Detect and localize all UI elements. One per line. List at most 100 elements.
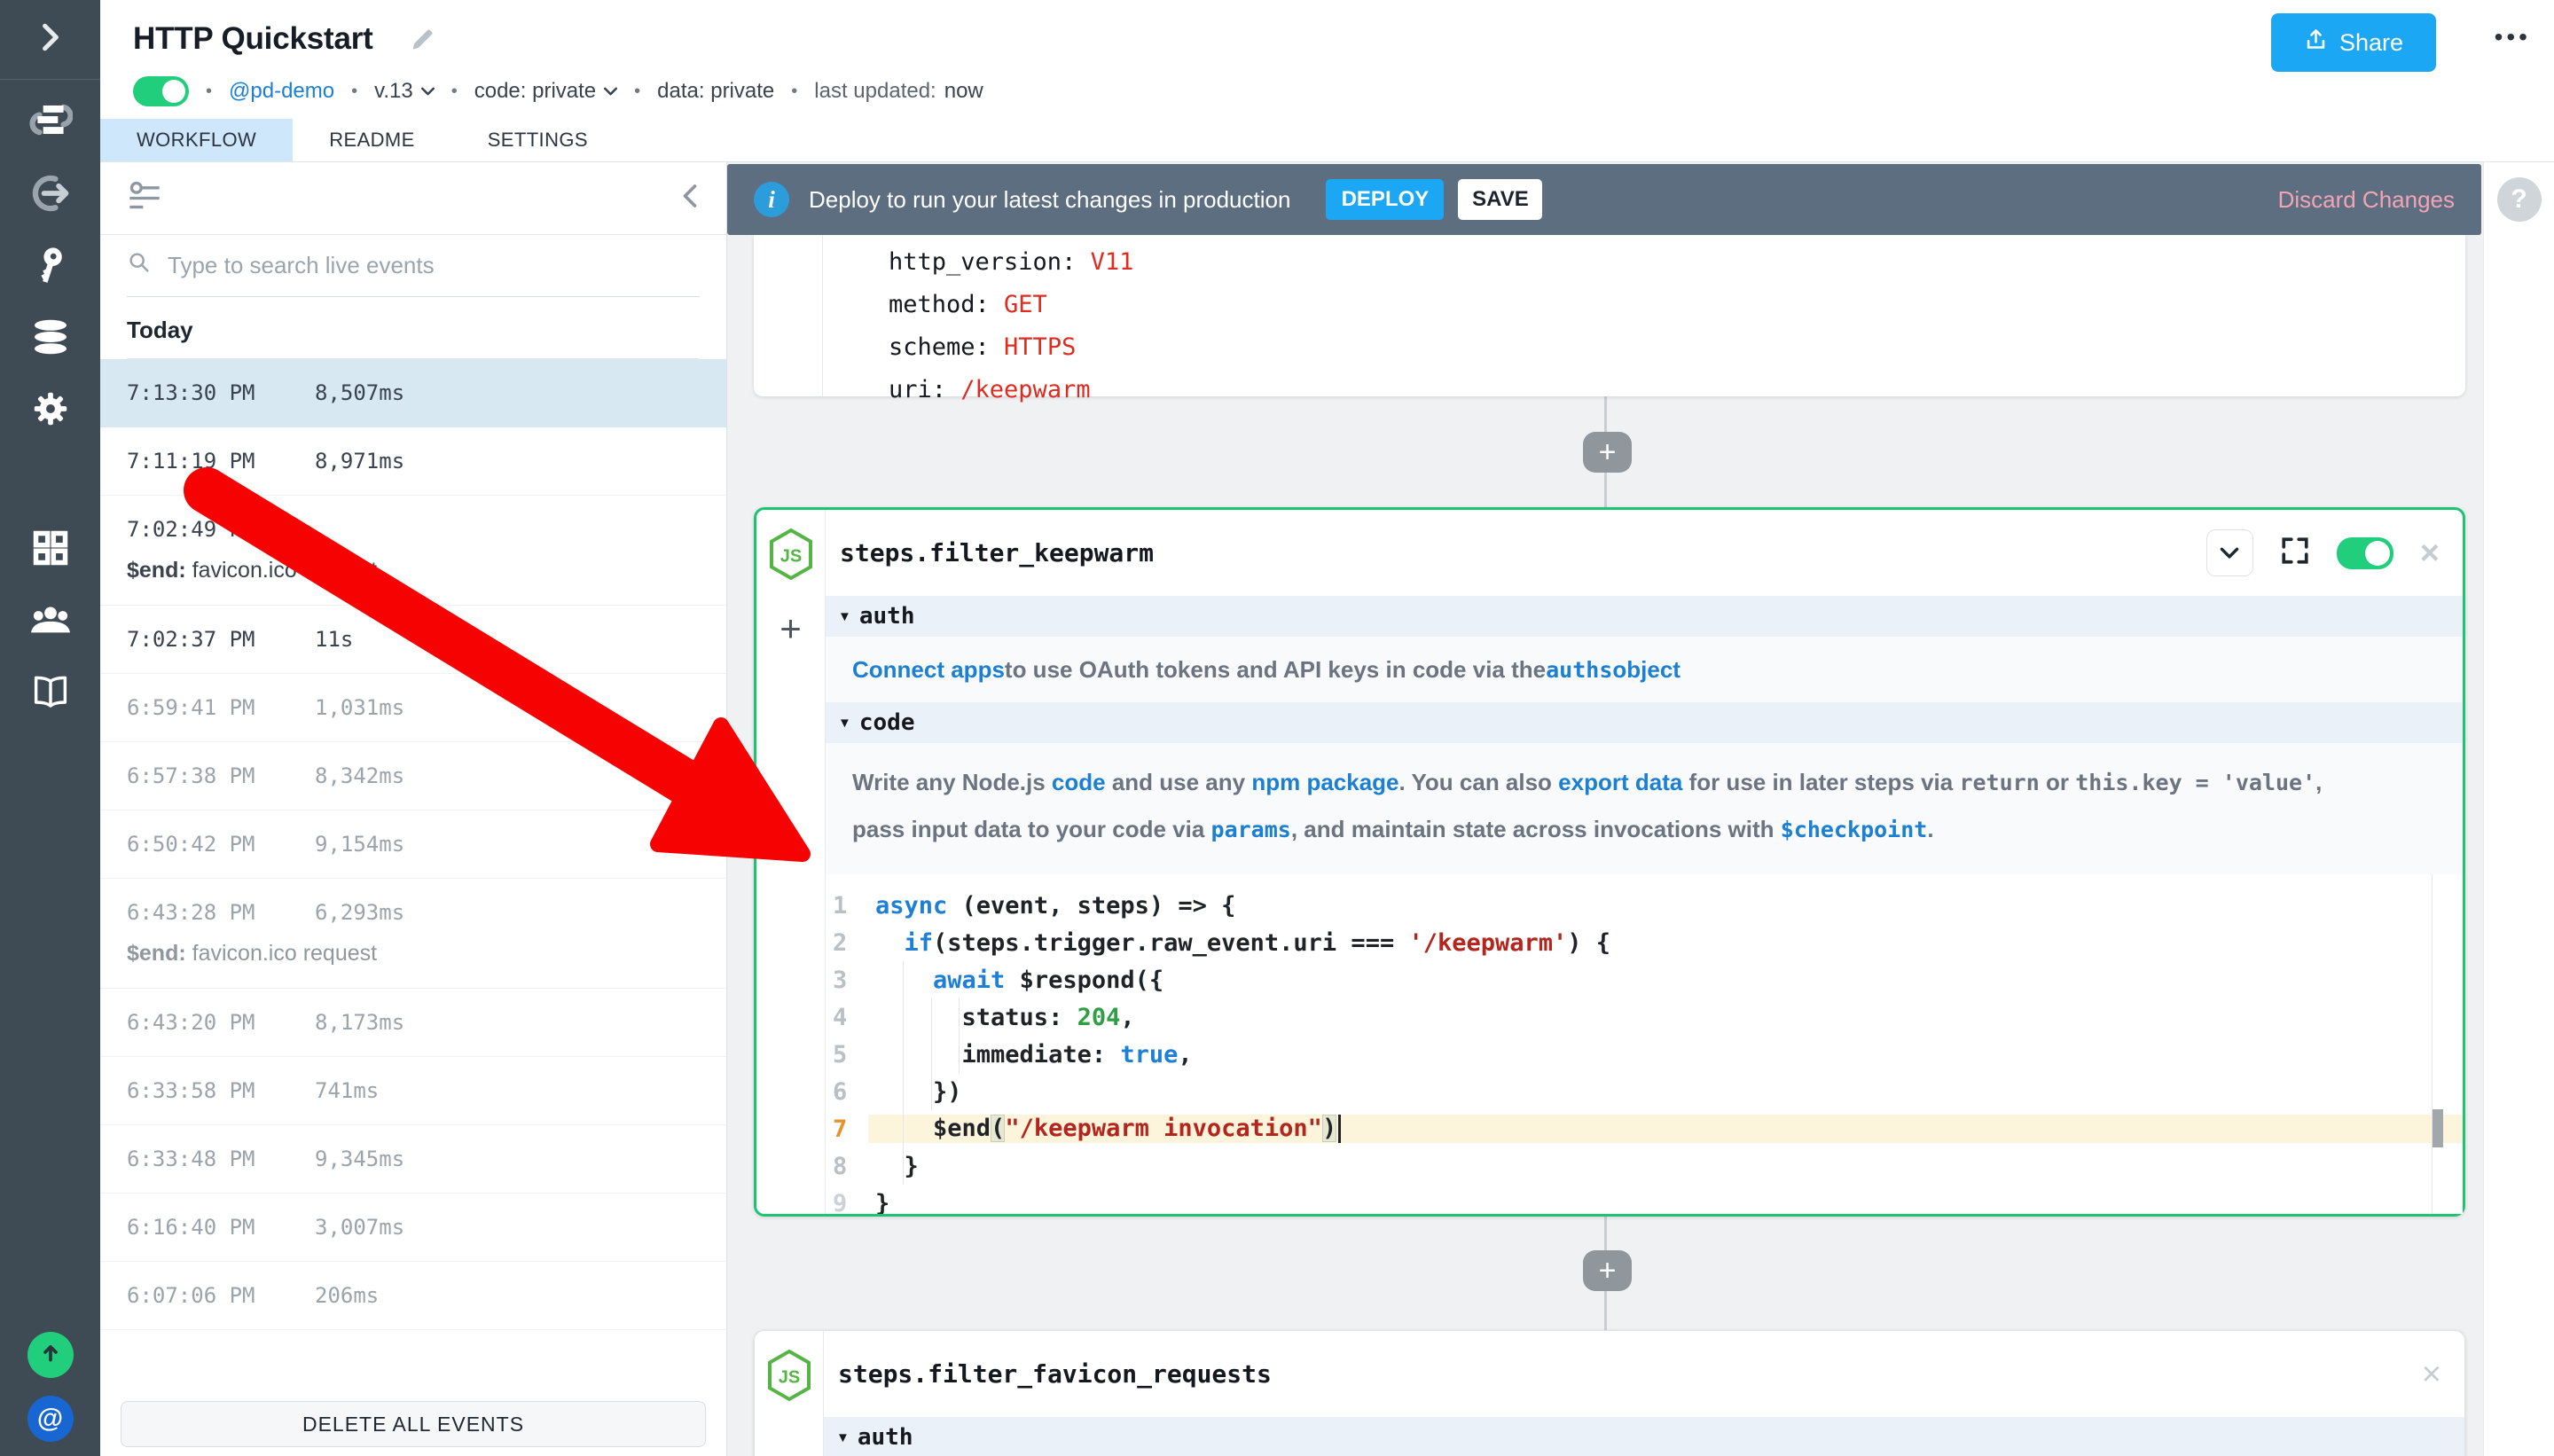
event-row[interactable]: 6:07:06 PM 206ms [100,1262,726,1330]
auth-section-body[interactable]: Connect apps to use OAuth tokens and API… [826,637,2463,702]
owner-link[interactable]: @pd-demo [229,79,334,104]
api-keys-nav[interactable] [0,231,100,303]
event-row[interactable]: 7:13:30 PM 8,507ms [100,359,726,427]
event-property-row[interactable]: uri: /keepwarm [889,368,2465,411]
pipedream-logo[interactable] [0,80,100,160]
close-step-icon[interactable]: × [2422,1358,2441,1391]
event-sources-nav[interactable] [0,160,100,231]
event-time: 7:02:49 PM [127,517,315,542]
code-line[interactable]: 5 immediate: true, [826,1036,2463,1073]
step-title[interactable]: steps.filter_favicon_requests [838,1359,1272,1389]
discard-changes-button[interactable]: Discard Changes [2278,186,2455,214]
event-row[interactable]: 6:33:58 PM 741ms [100,1057,726,1125]
tab[interactable]: README [293,119,451,161]
share-upload-icon [2304,27,2328,58]
search-icon [127,250,152,281]
fullscreen-icon[interactable] [2280,536,2310,570]
apps-nav[interactable] [0,514,100,586]
code-line[interactable]: 8 } [826,1147,2463,1185]
dot-separator: • [791,82,797,102]
add-step-button[interactable]: + [1583,1250,1632,1291]
workflow-active-toggle[interactable] [133,76,189,106]
tab[interactable]: WORKFLOW [100,119,293,161]
mentions-button[interactable]: @ [27,1396,74,1442]
expand-sidebar-button[interactable] [0,0,100,80]
upgrade-button[interactable] [27,1332,74,1378]
search-events-input[interactable]: Type to search live events [127,235,700,297]
code-line[interactable]: 6 }) [826,1073,2463,1110]
event-row[interactable]: 6:57:38 PM 8,342ms [100,742,726,810]
help-button[interactable]: ? [2497,177,2542,222]
close-step-icon[interactable]: × [2420,536,2440,570]
data-stores-nav[interactable] [0,303,100,375]
save-button[interactable]: SAVE [1458,179,1542,220]
right-edge-strip: ? [2483,162,2554,1456]
auth-section-header[interactable]: ▼ auth [826,596,2463,637]
last-updated-value: now [944,79,983,104]
settings-nav[interactable] [0,375,100,447]
chevron-down-icon [421,87,435,96]
line-number: 3 [826,967,868,994]
code-section-description: Write any Node.js code and use any npm p… [826,743,2463,874]
step-title[interactable]: steps.filter_keepwarm [840,538,1154,568]
event-property-row[interactable]: scheme: HTTPS [889,325,2465,368]
event-property-row[interactable]: method: GET [889,283,2465,325]
event-duration: 8,173ms [315,1010,404,1035]
code-line[interactable]: 1 async (event, steps) => { [826,887,2463,924]
line-content: } [868,1153,2463,1180]
event-row[interactable]: 6:43:28 PM 6,293ms $end: favicon.ico req… [100,879,726,989]
trigger-step-card[interactable]: http_version: V11 method: GET scheme: HT… [754,235,2465,396]
overflow-menu-button[interactable]: ••• [2495,23,2531,51]
filter-events-icon[interactable] [127,180,162,216]
version-dropdown[interactable]: v.13 [374,79,435,104]
code-line[interactable]: 9 } [826,1185,2463,1214]
event-duration: 741ms [315,1078,379,1103]
code-line[interactable]: 3 await $respond({ [826,961,2463,998]
docs-nav[interactable] [0,658,100,730]
event-end-label: $end: favicon.ico request [127,941,726,967]
workspace-members-nav[interactable] [0,586,100,658]
line-number: 4 [826,1004,868,1031]
deploy-button[interactable]: DEPLOY [1326,179,1444,220]
event-row[interactable]: 6:16:40 PM 3,007ms [100,1194,726,1262]
edit-title-pencil-icon[interactable] [409,25,437,53]
add-step-button[interactable]: + [1583,432,1632,473]
code-line[interactable]: 7 $end("/keepwarm invocation") [826,1110,2463,1147]
share-button[interactable]: Share [2271,13,2436,72]
grid-icon [31,528,70,572]
code-section-header[interactable]: ▼ code [826,702,2463,743]
add-code-button[interactable]: + [780,610,802,647]
code-line[interactable]: 2 if(steps.trigger.raw_event.uri === '/k… [826,924,2463,961]
dot-separator: • [451,82,458,102]
auth-section-header[interactable]: ▼ auth [824,1417,2464,1456]
code-editor[interactable]: 1 async (event, steps) => { 2 if(steps.t… [826,874,2463,1214]
data-visibility-label: data: private [657,79,774,104]
line-number: 2 [826,929,868,957]
event-row[interactable]: 7:02:37 PM 11s [100,606,726,674]
filter-keepwarm-step-card[interactable]: JS + steps.filter_keepwarm [754,507,2465,1217]
line-content: await $respond({ [868,967,2463,994]
event-row[interactable]: 6:43:20 PM 8,173ms [100,989,726,1057]
event-row[interactable]: 7:02:49 PM $end: favicon.ico request [100,496,726,606]
tab[interactable]: SETTINGS [451,119,624,161]
event-end-label: $end: favicon.ico request [127,558,726,583]
collapse-panel-icon[interactable] [680,183,700,214]
code-visibility-dropdown[interactable]: code: private [474,79,617,104]
collapse-step-button[interactable] [2206,529,2253,576]
code-line[interactable]: 4 status: 204, [826,998,2463,1036]
editor-scrollbar-thumb[interactable] [2433,1109,2443,1147]
step-enabled-toggle[interactable] [2337,537,2393,569]
property-key: scheme: [889,333,1004,361]
event-row[interactable]: 7:11:19 PM 8,971ms [100,427,726,496]
nodejs-icon: JS [767,528,815,585]
event-row[interactable]: 6:33:48 PM 9,345ms [100,1125,726,1194]
dot-separator: • [351,82,357,102]
step-gutter: JS + [756,510,826,1214]
filter-favicon-step-card[interactable]: JS steps.filter_favicon_requests × ▼ aut… [754,1330,2465,1456]
event-time: 6:33:48 PM [127,1147,315,1171]
event-row[interactable]: 6:50:42 PM 9,154ms [100,810,726,879]
event-property-row[interactable]: http_version: V11 [889,240,2465,283]
delete-all-events-button[interactable]: DELETE ALL EVENTS [121,1401,706,1447]
event-time: 6:43:20 PM [127,1010,315,1035]
event-row[interactable]: 6:59:41 PM 1,031ms [100,674,726,742]
